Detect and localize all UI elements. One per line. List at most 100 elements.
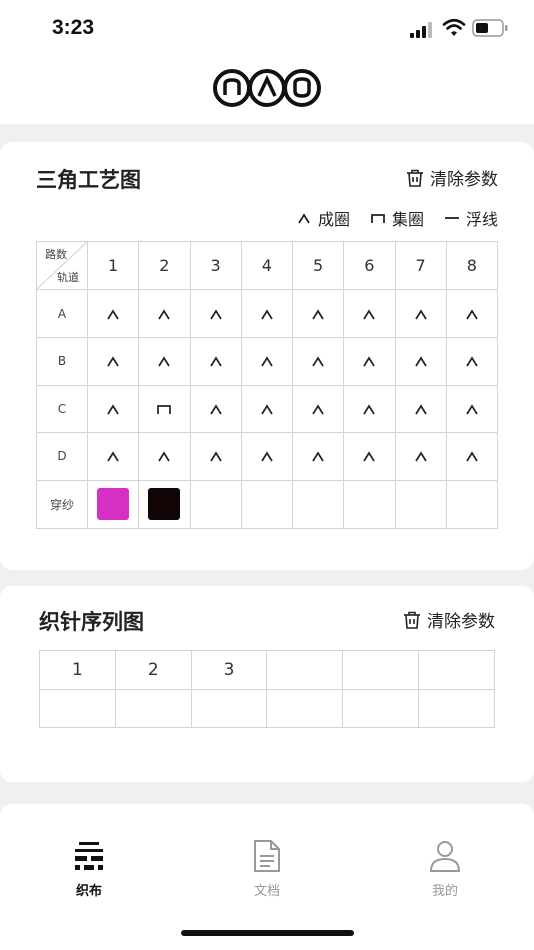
yarn-cell[interactable] (86, 479, 140, 529)
sequence-cell[interactable]: 3 (190, 650, 268, 690)
yarn-cell[interactable] (445, 479, 499, 529)
grid-cell[interactable] (394, 432, 447, 481)
caret-up-icon (312, 404, 324, 415)
grid-cell[interactable] (189, 432, 242, 481)
grid-cell[interactable] (189, 337, 242, 386)
grid-cell[interactable] (343, 337, 396, 386)
legend-knit: 成圈 (294, 206, 350, 230)
sequence-cell[interactable] (266, 650, 344, 690)
grid-cell[interactable] (240, 384, 294, 433)
yarn-cell[interactable] (394, 479, 447, 529)
clear-params-button[interactable]: 清除参数 (405, 165, 498, 190)
grid-cell[interactable] (240, 337, 294, 386)
app-header (0, 56, 534, 124)
yarn-cell[interactable] (291, 479, 345, 529)
yarn-swatch[interactable] (97, 488, 130, 520)
clear-params-button[interactable]: 清除参数 (402, 607, 495, 632)
caret-up-icon (209, 451, 222, 462)
grid-cell[interactable] (138, 289, 191, 338)
legend-tuck: 集圈 (368, 206, 424, 230)
grid-cell[interactable] (189, 289, 242, 338)
column-header: 3 (189, 241, 242, 290)
sequence-cell[interactable] (39, 688, 116, 728)
nao-logo (213, 69, 321, 107)
sequence-header-row: 1 2 3 (39, 650, 495, 690)
sequence-cell[interactable] (418, 650, 495, 690)
grid-row: A (36, 289, 499, 338)
grid-cell[interactable] (394, 337, 447, 386)
caret-up-icon (158, 356, 171, 367)
grid-cell[interactable] (445, 384, 499, 433)
grid-cell[interactable] (343, 289, 396, 338)
sequence-cell[interactable] (190, 688, 268, 728)
grid-cell[interactable] (189, 384, 242, 433)
caret-up-icon (414, 308, 427, 319)
caret-up-icon (363, 451, 376, 462)
caret-up-icon (107, 356, 119, 367)
grid-cell[interactable] (291, 337, 345, 386)
sequence-cell[interactable]: 2 (114, 650, 192, 690)
grid-cell[interactable] (445, 289, 499, 338)
grid-cell[interactable] (138, 432, 191, 481)
status-bar: 3:23 (0, 0, 534, 56)
sequence-cell[interactable] (342, 650, 420, 690)
grid-cell[interactable] (240, 432, 294, 481)
triangle-grid: 路数 轨道 1 2 3 4 5 6 7 8 ABCD 穿纱 (36, 241, 499, 529)
grid-cell[interactable] (394, 289, 447, 338)
column-header: 8 (445, 241, 499, 290)
caret-up-icon (466, 451, 478, 462)
sequence-cell[interactable] (266, 688, 344, 728)
grid-cell[interactable] (343, 432, 396, 481)
grid-cell[interactable] (343, 384, 396, 433)
caret-up-icon (363, 404, 376, 415)
grid-cell[interactable] (291, 384, 345, 433)
caret-up-icon (298, 213, 310, 224)
yarn-cell[interactable] (189, 479, 242, 529)
grid-cell[interactable] (138, 337, 191, 386)
card-title: 织针序列图 (39, 610, 144, 634)
corner-top-label: 路数 (45, 248, 67, 261)
grid-cell[interactable] (394, 384, 447, 433)
caret-up-icon (466, 404, 478, 415)
signal-icon (410, 22, 432, 38)
yarn-cell[interactable] (343, 479, 396, 529)
yarn-row: 穿纱 (36, 479, 499, 529)
grid-cell[interactable] (445, 432, 499, 481)
grid-corner: 路数 轨道 (36, 241, 88, 290)
tab-documents[interactable]: 文档 (217, 838, 317, 899)
yarn-swatch[interactable] (148, 488, 181, 520)
grid-cell[interactable] (291, 289, 345, 338)
yarn-row-label: 穿纱 (36, 479, 88, 529)
grid-cell[interactable] (86, 289, 140, 338)
caret-up-icon (261, 404, 273, 415)
sequence-cell[interactable]: 1 (39, 650, 116, 690)
sequence-cell[interactable] (418, 688, 495, 728)
column-header: 6 (343, 241, 396, 290)
grid-cell[interactable] (86, 337, 140, 386)
yarn-cell[interactable] (138, 479, 191, 529)
grid-cell[interactable] (86, 384, 140, 433)
row-label: B (36, 337, 88, 386)
caret-up-icon (261, 308, 273, 319)
grid-cell[interactable] (291, 432, 345, 481)
grid-cell[interactable] (240, 289, 294, 338)
grid-cell[interactable] (445, 337, 499, 386)
symbol-legend: 成圈 集圈 浮线 (276, 206, 498, 230)
card-title: 三角工艺图 (36, 168, 141, 192)
yarn-cell[interactable] (240, 479, 294, 529)
caret-up-icon (107, 308, 119, 319)
tab-profile[interactable]: 我的 (395, 838, 495, 899)
caret-up-icon (261, 356, 273, 367)
tab-fabric[interactable]: 织布 (39, 838, 139, 899)
caret-up-icon (363, 308, 376, 319)
sequence-cell[interactable] (114, 688, 192, 728)
sequence-cell[interactable] (342, 688, 420, 728)
clear-params-label: 清除参数 (427, 612, 495, 632)
needle-sequence-card: 织针序列图 清除参数 1 2 3 (0, 586, 534, 782)
tuck-icon (371, 214, 385, 223)
home-indicator (181, 930, 354, 936)
caret-up-icon (466, 308, 478, 319)
grid-cell[interactable] (138, 384, 191, 433)
caret-up-icon (209, 308, 222, 319)
grid-cell[interactable] (86, 432, 140, 481)
